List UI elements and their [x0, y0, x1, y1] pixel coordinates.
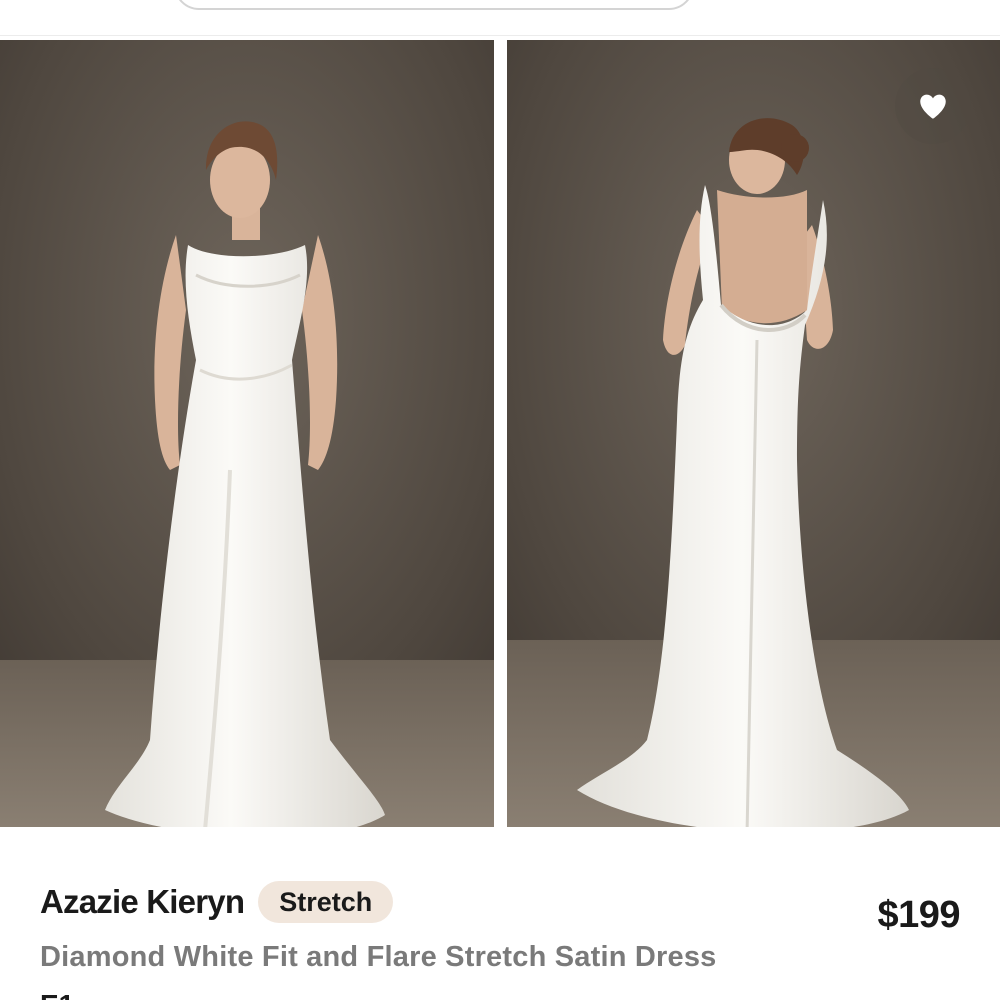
heart-icon — [920, 94, 946, 119]
product-card-page: Azazie Kieryn Stretch $199 Diamond White… — [0, 0, 1000, 1000]
favorite-button[interactable] — [895, 68, 971, 144]
product-image-back[interactable] — [507, 40, 1000, 827]
product-image-front[interactable] — [0, 40, 494, 827]
product-name[interactable]: Diamond White Fit and Flare Stretch Sati… — [40, 941, 717, 974]
search-bar[interactable] — [174, 0, 694, 10]
next-line-partial-text: E1 — [40, 989, 74, 1000]
brand-row: Azazie Kieryn Stretch — [40, 880, 394, 924]
stretch-badge: Stretch — [258, 881, 394, 923]
front-view-illustration — [0, 40, 494, 827]
brand-name[interactable]: Azazie Kieryn — [40, 883, 245, 921]
top-divider — [0, 35, 1000, 36]
product-price: $199 — [877, 894, 960, 936]
back-view-illustration — [507, 40, 1000, 827]
